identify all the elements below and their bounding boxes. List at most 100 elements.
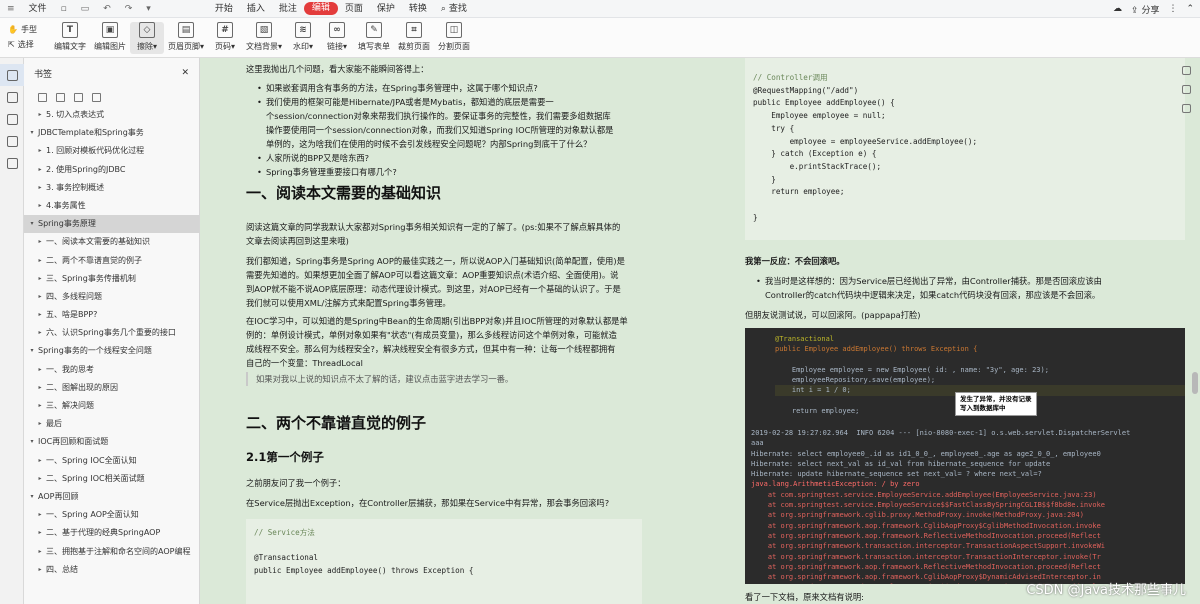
collapse-arrow-icon[interactable]: ▸	[36, 397, 44, 415]
bookmark-item[interactable]: ▾ JDBCTemplate和Spring事务	[24, 124, 199, 142]
scrollbar-thumb[interactable]	[1192, 372, 1198, 394]
thumbnail-panel-icon[interactable]	[0, 86, 24, 108]
menu-protect[interactable]: 保护	[370, 0, 402, 18]
search-button[interactable]: ⌕ 查找	[434, 0, 474, 18]
share-button[interactable]: ⇪ 分享	[1131, 3, 1159, 16]
collapse-arrow-icon[interactable]: ▸	[36, 470, 44, 488]
bookmark-item[interactable]: ▸ 六、认识Spring事务几个重要的接口	[24, 324, 199, 342]
bookmark-item[interactable]: ▸ 最后	[24, 415, 199, 433]
bookmark-item[interactable]: ▸ 二、基于代理的经典SpringAOP	[24, 524, 199, 542]
watermark-button[interactable]: ≋ 水印▾	[286, 22, 320, 54]
hand-tool-button[interactable]: ✋ 手型	[8, 24, 42, 35]
bookmark-item[interactable]: ▸ 四、多线程问题	[24, 288, 199, 306]
collapse-arrow-icon[interactable]: ▸	[36, 506, 44, 524]
menu-page[interactable]: 页面	[338, 0, 370, 18]
edit-image-button[interactable]: ▣ 编辑图片	[90, 22, 130, 54]
select-tool-button[interactable]: ⇱ 选择	[8, 39, 42, 50]
expand-arrow-icon[interactable]: ▾	[28, 124, 36, 142]
doc-background-button[interactable]: ▧ 文档背景▾	[242, 22, 286, 54]
collapse-arrow-icon[interactable]: ▸	[36, 179, 44, 197]
menu-comment[interactable]: 批注	[272, 0, 304, 18]
attachment-panel-icon[interactable]	[0, 130, 24, 152]
collapse-arrow-icon[interactable]: ▸	[36, 361, 44, 379]
more-options-icon[interactable]: ⋮	[1168, 4, 1177, 14]
menu-insert[interactable]: 插入	[240, 0, 272, 18]
menu-convert[interactable]: 转换	[402, 0, 434, 18]
bookmark-item[interactable]: ▸ 二、Spring IOC相关面试题	[24, 470, 199, 488]
search-panel-icon[interactable]	[0, 152, 24, 174]
header-footer-button[interactable]: ▤ 页眉页脚▾	[164, 22, 208, 54]
redo-icon[interactable]: ↷	[118, 0, 140, 18]
bookmark-panel-icon[interactable]	[0, 64, 24, 86]
bookmark-item[interactable]: ▸ 二、两个不靠谱直觉的例子	[24, 252, 199, 270]
save-icon[interactable]: ▫	[54, 0, 74, 18]
bookmark-item[interactable]: ▸ 2. 使用Spring的JDBC	[24, 161, 199, 179]
bookmark-item[interactable]: ▸ 一、我的思考	[24, 361, 199, 379]
menu-start[interactable]: 开始	[208, 0, 240, 18]
collapse-all-icon[interactable]	[56, 92, 65, 102]
annotate-icon[interactable]	[1181, 85, 1191, 94]
bookmark-item[interactable]: ▾ Spring事务原理	[24, 215, 199, 234]
menu-edit[interactable]: 编辑	[303, 2, 338, 15]
bookmark-item[interactable]: ▸ 三、拥抱基于注解和命名空间的AOP编程	[24, 543, 199, 561]
collapse-arrow-icon[interactable]: ▸	[36, 288, 44, 306]
page-number-label: 页码▾	[215, 42, 236, 51]
link-button[interactable]: ∞ 链接▾	[320, 22, 354, 54]
expand-all-icon[interactable]	[38, 92, 47, 102]
bookmark-item[interactable]: ▸ 5. 切入点表达式	[24, 106, 199, 124]
collapse-arrow-icon[interactable]: ▸	[36, 452, 44, 470]
zoom-fit-icon[interactable]	[1181, 66, 1191, 75]
bookmark-item[interactable]: ▸ 一、Spring IOC全面认知	[24, 452, 199, 470]
menu-hamburger-icon[interactable]: ≡	[0, 0, 22, 18]
bookmark-item[interactable]: ▸ 1. 回顾对模板代码优化过程	[24, 142, 199, 160]
collapse-arrow-icon[interactable]: ▸	[36, 524, 44, 542]
add-bookmark-icon[interactable]	[74, 92, 83, 102]
page-number-button[interactable]: # 页码▾	[208, 22, 242, 54]
more-icon[interactable]: ▾	[139, 0, 158, 18]
split-page-button[interactable]: ◫ 分割页面	[434, 22, 474, 54]
bookmark-item[interactable]: ▸ 一、Spring AOP全面认知	[24, 506, 199, 524]
collapse-icon[interactable]: ⌃	[1186, 4, 1194, 14]
collapse-arrow-icon[interactable]: ▸	[36, 161, 44, 179]
fill-form-button[interactable]: ✎ 填写表单	[354, 22, 394, 54]
collapse-arrow-icon[interactable]: ▸	[36, 106, 44, 124]
bookmark-item[interactable]: ▾ Spring事务的一个线程安全问题	[24, 342, 199, 360]
print-icon[interactable]: ▭	[74, 0, 97, 18]
collapse-arrow-icon[interactable]: ▸	[36, 306, 44, 324]
settings-icon[interactable]	[1181, 104, 1191, 113]
collapse-arrow-icon[interactable]: ▸	[36, 142, 44, 160]
collapse-arrow-icon[interactable]: ▸	[36, 270, 44, 288]
collapse-arrow-icon[interactable]: ▸	[36, 379, 44, 397]
menu-file[interactable]: 文件	[22, 0, 54, 18]
bookmark-item[interactable]: ▸ 四、总结	[24, 561, 199, 579]
edit-text-button[interactable]: T 编辑文字	[50, 22, 90, 54]
bookmark-item[interactable]: ▾ AOP再回顾	[24, 488, 199, 506]
collapse-arrow-icon[interactable]: ▸	[36, 233, 44, 251]
crop-page-button[interactable]: ⌗ 裁剪页面	[394, 22, 434, 54]
vertical-scrollbar[interactable]	[1192, 62, 1198, 602]
collapse-arrow-icon[interactable]: ▸	[36, 561, 44, 579]
close-icon[interactable]: ✕	[181, 68, 189, 78]
bookmark-item[interactable]: ▸ 3. 事务控制概述	[24, 179, 199, 197]
comment-panel-icon[interactable]	[0, 108, 24, 130]
undo-icon[interactable]: ↶	[96, 0, 118, 18]
bookmark-item[interactable]: ▸ 4.事务属性	[24, 197, 199, 215]
expand-arrow-icon[interactable]: ▾	[28, 433, 36, 451]
collapse-arrow-icon[interactable]: ▸	[36, 543, 44, 561]
cloud-icon[interactable]: ☁	[1113, 4, 1122, 14]
expand-arrow-icon[interactable]: ▾	[28, 488, 36, 506]
bookmark-item[interactable]: ▸ 五、啥是BPP?	[24, 306, 199, 324]
bookmark-item[interactable]: ▸ 三、Spring事务传播机制	[24, 270, 199, 288]
bookmark-item[interactable]: ▸ 三、解决问题	[24, 397, 199, 415]
delete-bookmark-icon[interactable]	[92, 92, 101, 102]
bookmark-item[interactable]: ▾ IOC再回顾和面试题	[24, 433, 199, 451]
collapse-arrow-icon[interactable]: ▸	[36, 324, 44, 342]
collapse-arrow-icon[interactable]: ▸	[36, 415, 44, 433]
collapse-arrow-icon[interactable]: ▸	[36, 197, 44, 215]
bookmark-item[interactable]: ▸ 二、图解出现的原因	[24, 379, 199, 397]
bookmark-item[interactable]: ▸ 一、阅读本文需要的基础知识	[24, 233, 199, 251]
expand-arrow-icon[interactable]: ▾	[28, 215, 36, 233]
erase-button[interactable]: ◇ 擦除▾	[130, 22, 164, 54]
expand-arrow-icon[interactable]: ▾	[28, 342, 36, 360]
collapse-arrow-icon[interactable]: ▸	[36, 252, 44, 270]
